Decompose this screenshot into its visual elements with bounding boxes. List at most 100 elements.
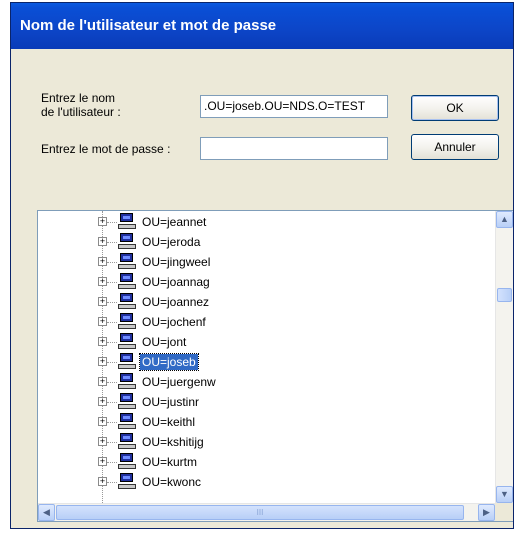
computer-icon: [118, 293, 136, 311]
tree-item[interactable]: + OU=kshitijg: [38, 432, 478, 452]
expand-icon[interactable]: +: [98, 397, 107, 406]
computer-screen: [120, 453, 133, 462]
computer-base: [118, 304, 136, 309]
expand-icon[interactable]: +: [98, 297, 107, 306]
computer-icon: [118, 213, 136, 231]
tree-connector: [107, 262, 117, 263]
expand-icon[interactable]: +: [98, 337, 107, 346]
expand-icon[interactable]: +: [98, 217, 107, 226]
scroll-left-icon[interactable]: ◀: [38, 504, 55, 521]
username-label: Entrez le nom de l'utilisateur :: [41, 91, 121, 119]
tree-item-label-selected[interactable]: OU=joseb: [139, 353, 199, 371]
expand-icon[interactable]: +: [98, 277, 107, 286]
tree-item[interactable]: + OU=juergenw: [38, 372, 478, 392]
tree-item[interactable]: + OU=jeannet: [38, 212, 478, 232]
computer-base: [118, 424, 136, 429]
expand-icon[interactable]: +: [98, 237, 107, 246]
tree-connector: [107, 442, 117, 443]
password-label: Entrez le mot de passe :: [41, 142, 171, 156]
tree-item[interactable]: + OU=joseb: [38, 352, 478, 372]
computer-icon: [118, 433, 136, 451]
tree-connector: [107, 222, 117, 223]
tree-connector: [107, 342, 117, 343]
cancel-button[interactable]: Annuler: [411, 134, 499, 160]
scroll-up-icon[interactable]: ▲: [496, 211, 513, 228]
tree-item-label[interactable]: OU=kurtm: [140, 454, 199, 470]
computer-screen: [120, 373, 133, 382]
horizontal-scroll-thumb[interactable]: III: [56, 505, 464, 520]
tree-item[interactable]: + OU=joannag: [38, 272, 478, 292]
tree-item[interactable]: + OU=jochenf: [38, 312, 478, 332]
vertical-scrollbar[interactable]: ▲ ▼: [495, 211, 513, 503]
tree-item-label[interactable]: OU=justinr: [140, 394, 201, 410]
tree-item-label[interactable]: OU=jeroda: [140, 234, 202, 250]
expand-icon[interactable]: +: [98, 477, 107, 486]
tree-item-label[interactable]: OU=jochenf: [140, 314, 208, 330]
tree-connector: [107, 302, 117, 303]
computer-screen: [120, 213, 133, 222]
expand-icon[interactable]: +: [98, 317, 107, 326]
tree-item[interactable]: + OU=justinr: [38, 392, 478, 412]
ok-button[interactable]: OK: [411, 95, 499, 121]
tree-connector: [107, 322, 117, 323]
username-label-line1: Entrez le nom: [41, 91, 116, 105]
tree-item-label[interactable]: OU=jont: [140, 334, 188, 350]
vertical-scroll-thumb[interactable]: [497, 288, 512, 302]
username-field[interactable]: .OU=joseb.OU=NDS.O=TEST: [200, 95, 388, 118]
tree-item-label[interactable]: OU=jingweel: [140, 254, 212, 270]
expand-icon[interactable]: +: [98, 257, 107, 266]
computer-icon: [118, 473, 136, 491]
expand-icon[interactable]: +: [98, 357, 107, 366]
computer-screen: [120, 273, 133, 282]
tree-connector: [107, 362, 117, 363]
computer-icon: [118, 453, 136, 471]
computer-base: [118, 224, 136, 229]
computer-base: [118, 384, 136, 389]
expand-icon[interactable]: +: [98, 417, 107, 426]
tree-item[interactable]: + OU=jont: [38, 332, 478, 352]
computer-screen: [120, 333, 133, 342]
computer-screen: [120, 233, 133, 242]
expand-icon[interactable]: +: [98, 437, 107, 446]
tree-item[interactable]: + OU=jeroda: [38, 232, 478, 252]
computer-screen: [120, 433, 133, 442]
computer-screen: [120, 353, 133, 362]
expand-icon[interactable]: +: [98, 377, 107, 386]
expand-icon[interactable]: +: [98, 457, 107, 466]
tree-item[interactable]: + OU=joannez: [38, 292, 478, 312]
tree-connector: [107, 482, 117, 483]
computer-screen: [120, 293, 133, 302]
computer-base: [118, 264, 136, 269]
computer-base: [118, 244, 136, 249]
tree-item[interactable]: + OU=kurtm: [38, 452, 478, 472]
tree-item-label[interactable]: OU=kshitijg: [140, 434, 206, 450]
tree-item[interactable]: + OU=jingweel: [38, 252, 478, 272]
computer-screen: [120, 253, 133, 262]
computer-base: [118, 404, 136, 409]
tree-item[interactable]: + OU=kwonc: [38, 472, 478, 492]
directory-tree[interactable]: + OU=jeannet + OU=jeroda + OU=jingweel + OU=joa…: [37, 210, 513, 522]
computer-screen: [120, 393, 133, 402]
scroll-corner: [495, 503, 513, 521]
tree-item-label[interactable]: OU=juergenw: [140, 374, 218, 390]
tree-item-label[interactable]: OU=jeannet: [140, 214, 208, 230]
tree-item[interactable]: + OU=keithl: [38, 412, 478, 432]
computer-icon: [118, 393, 136, 411]
computer-screen: [120, 413, 133, 422]
computer-icon: [118, 273, 136, 291]
scroll-down-icon[interactable]: ▼: [496, 486, 513, 503]
tree-item-label[interactable]: OU=keithl: [140, 414, 197, 430]
login-dialog: Nom de l'utilisateur et mot de passe Ent…: [10, 2, 514, 529]
computer-base: [118, 464, 136, 469]
tree-item-label[interactable]: OU=joannez: [140, 294, 211, 310]
computer-icon: [118, 333, 136, 351]
tree-connector: [107, 382, 117, 383]
computer-icon: [118, 353, 136, 371]
password-field[interactable]: [200, 137, 388, 160]
tree-connector: [107, 462, 117, 463]
tree-item-label[interactable]: OU=joannag: [140, 274, 212, 290]
tree-item-label[interactable]: OU=kwonc: [140, 474, 203, 490]
tree-viewport: + OU=jeannet + OU=jeroda + OU=jingweel + OU=joa…: [38, 211, 495, 503]
scroll-right-icon[interactable]: ▶: [478, 504, 495, 521]
horizontal-scrollbar[interactable]: ◀ III ▶: [38, 503, 495, 521]
